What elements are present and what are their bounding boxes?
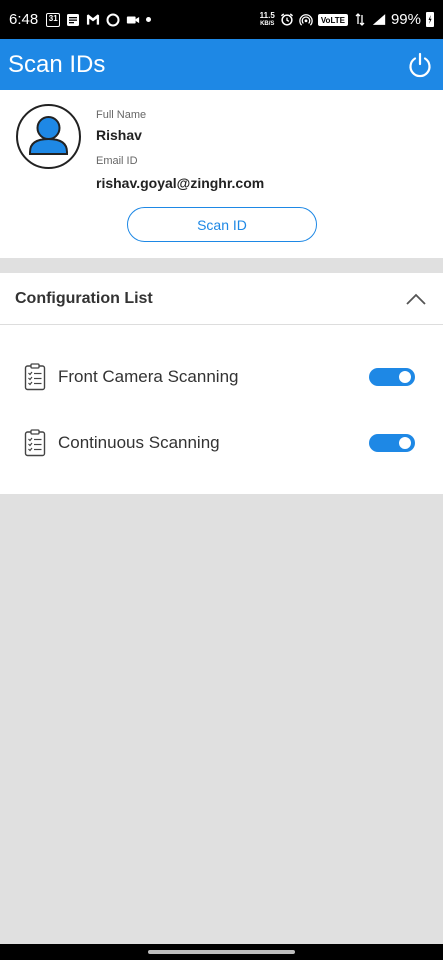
clipboard-checklist-icon bbox=[24, 429, 46, 457]
hotspot-icon bbox=[299, 13, 313, 27]
volte-badge: VoLTE bbox=[317, 13, 348, 26]
profile-card: Full Name Rishav Email ID rishav.goyal@z… bbox=[0, 90, 443, 258]
alarm-icon bbox=[280, 13, 294, 27]
battery-icon bbox=[426, 12, 434, 27]
email-label: Email ID bbox=[96, 155, 138, 167]
navigation-bar bbox=[0, 944, 443, 960]
sync-circle-icon bbox=[106, 13, 120, 27]
configuration-card: Configuration List Front Camera Scanning bbox=[0, 273, 443, 494]
data-arrows-icon bbox=[353, 13, 367, 27]
status-time: 6:48 bbox=[9, 11, 39, 28]
front-camera-toggle[interactable] bbox=[369, 368, 415, 386]
battery-percent: 99% bbox=[390, 11, 421, 28]
more-notifications-dot bbox=[146, 17, 152, 22]
scan-id-button[interactable]: Scan ID bbox=[127, 207, 317, 242]
home-gesture-handle[interactable] bbox=[148, 950, 295, 954]
page-title: Scan IDs bbox=[8, 50, 106, 78]
clipboard-checklist-icon bbox=[24, 363, 46, 391]
power-button[interactable] bbox=[405, 50, 435, 80]
full-name-value: Rishav bbox=[96, 127, 142, 143]
speed-unit: KB/S bbox=[260, 20, 275, 27]
toggle-knob bbox=[399, 371, 411, 383]
user-icon bbox=[29, 116, 68, 155]
document-icon bbox=[66, 13, 80, 27]
speed-value: 11.5 bbox=[259, 10, 275, 20]
full-name-label: Full Name bbox=[96, 109, 147, 121]
chevron-up-icon bbox=[406, 293, 426, 305]
calendar-icon: 31 bbox=[46, 12, 61, 27]
config-item-label: Continuous Scanning bbox=[58, 433, 220, 452]
email-value: rishav.goyal@zinghr.com bbox=[96, 175, 265, 191]
section-divider bbox=[0, 258, 443, 273]
app-bar: Scan IDs bbox=[0, 39, 443, 90]
avatar bbox=[16, 104, 81, 169]
system-icons: 11.5 KB/S VoLTE 99% bbox=[260, 11, 434, 28]
config-item-continuous: Continuous Scanning bbox=[0, 423, 443, 463]
power-icon bbox=[409, 52, 431, 77]
collapse-button[interactable] bbox=[404, 287, 428, 311]
configuration-title: Configuration List bbox=[15, 289, 153, 307]
config-item-front-camera: Front Camera Scanning bbox=[0, 357, 443, 397]
toggle-knob bbox=[399, 437, 411, 449]
status-bar: 6:48 31 11.5 KB/S VoLTE 99% bbox=[0, 0, 443, 39]
network-speed: 11.5 KB/S bbox=[259, 10, 275, 28]
video-call-icon bbox=[126, 13, 140, 27]
notification-icons: 31 bbox=[46, 12, 152, 27]
configuration-header[interactable]: Configuration List bbox=[0, 273, 443, 325]
continuous-scanning-toggle[interactable] bbox=[369, 434, 415, 452]
gmail-icon bbox=[86, 13, 100, 27]
config-item-label: Front Camera Scanning bbox=[58, 367, 239, 386]
signal-icon bbox=[372, 13, 386, 27]
